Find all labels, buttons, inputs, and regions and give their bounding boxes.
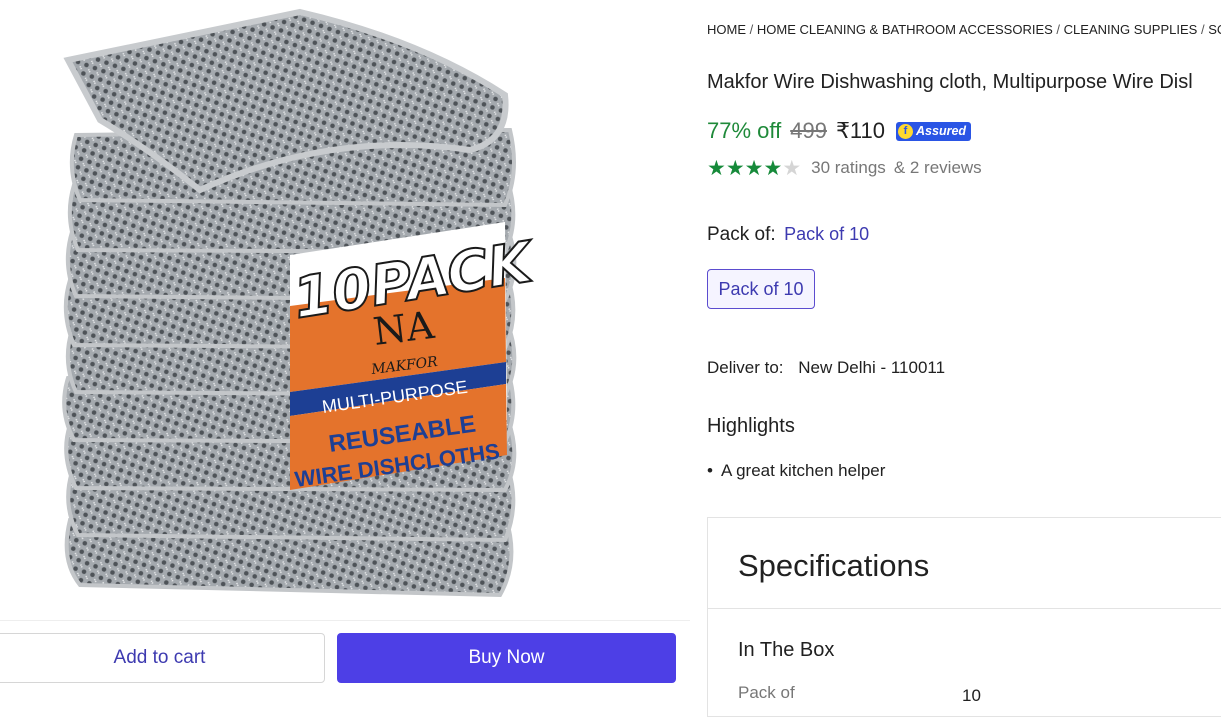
star-filled-icon: ★ [707,156,726,180]
star-filled-icon: ★ [744,156,764,180]
ratings-count[interactable]: 30 ratings [811,158,886,178]
label-brand-logo: NA [371,303,437,354]
delivery-location[interactable]: New Delhi - 110011 [798,358,945,377]
purchase-actions: Add to cart Buy Now [0,620,690,706]
breadcrumb-item-home-cleaning[interactable]: HOME CLEANING & BATHROOM ACCESSORIES [757,22,1053,37]
reviews-count[interactable]: & 2 reviews [894,158,982,178]
star-empty-icon: ★ [782,156,802,180]
product-gallery: 10PACK NA MAKFOR MULTI-PURPOSE REUSEABLE… [0,0,690,705]
breadcrumb-item-cleaning-supplies[interactable]: CLEANING SUPPLIES [1064,22,1198,37]
breadcrumb-item-scrubs[interactable]: SCRU [1208,22,1221,37]
pack-label: Pack of: [707,224,776,245]
highlights-list: A great kitchen helper [707,461,885,481]
assured-badge[interactable]: f Assured [896,121,972,141]
highlight-item: A great kitchen helper [707,461,885,481]
discount-percent: 77% off [707,118,782,143]
star-filled-icon: ★ [725,156,745,180]
original-price: 499 [790,118,827,143]
star-rating: ★ ★ ★ ★ ★ [707,158,801,179]
product-details: HOME / HOME CLEANING & BATHROOM ACCESSOR… [707,0,1221,717]
pack-selected-value: Pack of 10 [784,224,870,244]
rating-row: ★ ★ ★ ★ ★ 30 ratings & 2 reviews [707,156,982,180]
spec-value: 10 [962,686,981,705]
price-row: 77% off 499 ₹110 f Assured [707,115,972,147]
delivery-row: Deliver to: New Delhi - 110011 [707,358,945,378]
highlights-title: Highlights [707,415,795,437]
buy-now-button[interactable]: Buy Now [337,633,676,683]
product-title: Makfor Wire Dishwashing cloth, Multipurp… [707,71,1193,93]
selling-price: ₹110 [835,118,886,143]
specifications-panel: Specifications In The Box Pack of 10 [707,517,1221,717]
deliver-label: Deliver to: [707,358,784,377]
package-label: 10PACK NA MAKFOR MULTI-PURPOSE REUSEABLE… [288,222,541,492]
product-image[interactable]: 10PACK NA MAKFOR MULTI-PURPOSE REUSEABLE… [0,0,620,620]
flipkart-logo-icon: f [898,123,914,139]
star-filled-icon: ★ [763,156,783,180]
divider [708,608,1221,609]
spec-key: Pack of [738,683,795,702]
spec-group-title: In The Box [738,639,835,661]
specifications-title: Specifications [738,548,930,583]
pack-option-chip[interactable]: Pack of 10 [707,269,815,309]
breadcrumb: HOME / HOME CLEANING & BATHROOM ACCESSOR… [707,22,1221,37]
breadcrumb-item-home[interactable]: HOME [707,22,746,37]
add-to-cart-button[interactable]: Add to cart [0,633,325,683]
pack-selector: Pack of: Pack of 10 [707,224,869,246]
